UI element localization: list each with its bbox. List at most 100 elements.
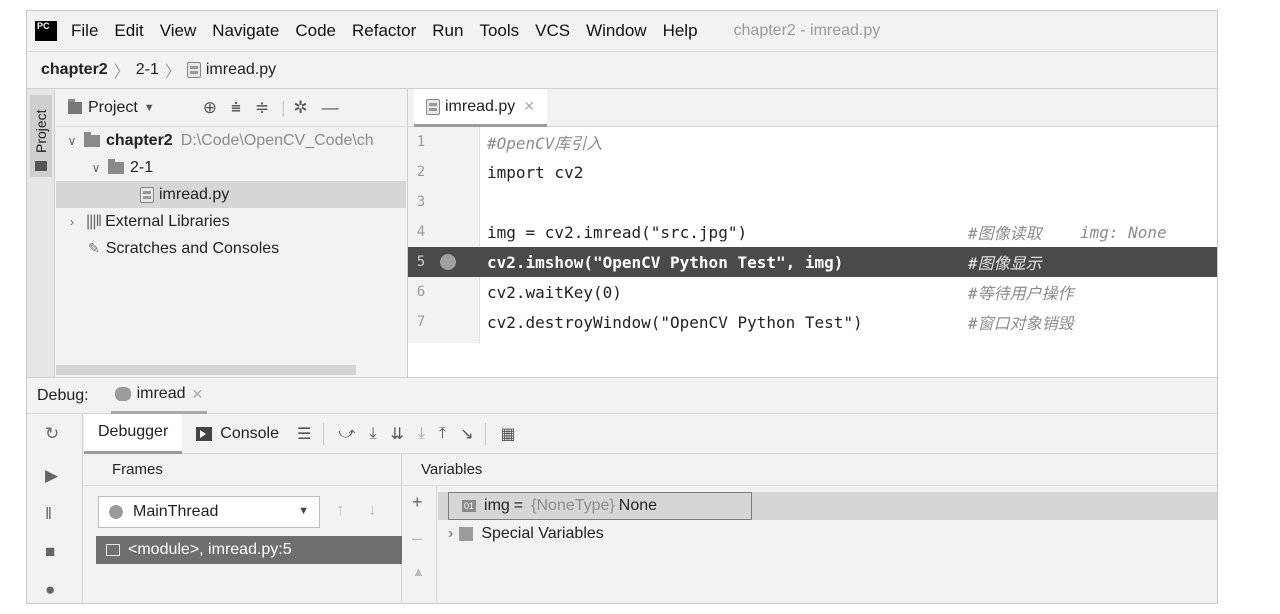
frames-header: Frames (84, 454, 401, 486)
move-up-icon[interactable]: ▲ (412, 564, 425, 579)
run-to-cursor-icon[interactable]: ↘ (460, 424, 473, 444)
line-number: 1 (416, 134, 426, 150)
chevron-right-icon[interactable]: › (64, 215, 80, 229)
variable-row[interactable]: 01 img = {NoneType} None (438, 492, 1217, 520)
breadcrumb-file[interactable]: imread.py (206, 61, 276, 79)
horizontal-scrollbar[interactable] (56, 365, 356, 375)
show-execution-point-icon[interactable]: ⤻ (338, 425, 355, 443)
menu-help[interactable]: Help (663, 21, 698, 41)
menu-run[interactable]: Run (432, 21, 463, 41)
tab-debugger[interactable]: Debugger (84, 413, 183, 454)
debug-session-tab[interactable]: imread ✕ (110, 378, 208, 414)
frames-panel: Frames MainThread ▼ ↑ ↓ <module>, imread… (84, 454, 402, 603)
evaluate-expression-icon[interactable]: ▦ (500, 424, 515, 444)
code-comment: #图像显示 (968, 254, 1042, 273)
breakpoint-icon[interactable] (440, 254, 456, 270)
tree-external-libraries[interactable]: › |||‖ External Libraries (56, 208, 406, 235)
code-comment: #图像读取 (968, 224, 1042, 243)
plus-icon[interactable]: + (412, 492, 423, 513)
step-into-my-code-icon[interactable]: ⤓ (418, 425, 425, 443)
close-icon[interactable]: ✕ (523, 98, 535, 115)
step-out-icon[interactable]: ⤒ (439, 425, 446, 443)
minus-icon[interactable]: – (412, 528, 422, 549)
scratches-icon: ✎ (88, 240, 100, 256)
code-comment: #等待用户操作 (968, 284, 1074, 303)
variable-row-focus (448, 492, 752, 520)
menu-vcs[interactable]: VCS (535, 21, 570, 41)
special-variables-row[interactable]: › Special Variables (438, 520, 1217, 548)
step-over-icon[interactable]: ⤓ (369, 425, 376, 443)
tree-folder[interactable]: ∨ 2-1 (56, 154, 406, 181)
menu-refactor[interactable]: Refactor (352, 21, 416, 41)
pause-icon[interactable]: ‖ (45, 504, 52, 524)
menu-code[interactable]: Code (295, 21, 336, 41)
tree-file[interactable]: imread.py (56, 181, 406, 208)
code-text: cv2.waitKey(0) (487, 282, 622, 302)
code-line-current[interactable]: 5 cv2.imshow("OpenCV Python Test", img) … (408, 247, 1217, 277)
minimize-icon[interactable]: — (322, 98, 339, 118)
tree-root[interactable]: ∨ chapter2 D:\Code\OpenCV_Code\ch (56, 127, 406, 154)
chevron-right-icon: 〉 (113, 64, 130, 81)
editor-tab-label: imread.py (445, 97, 516, 115)
code-line[interactable]: 2 import cv2 (408, 157, 1217, 187)
tab-console[interactable]: Console (182, 414, 293, 454)
chevron-right-icon[interactable]: › (448, 525, 453, 543)
thread-selector[interactable]: MainThread ▼ (98, 496, 320, 528)
tree-scratches[interactable]: ✎ Scratches and Consoles (56, 235, 406, 262)
stop-icon[interactable]: ■ (45, 542, 55, 562)
debug-toolbar: Debugger Console ☰ ⤻ ⤓ ⇊ ⤓ ⤒ ↘ ▦ (84, 413, 1217, 454)
menu-file[interactable]: File (71, 21, 98, 41)
python-file-icon (186, 62, 201, 78)
inline-debug-value: img: None (1080, 222, 1167, 242)
menu-tools[interactable]: Tools (479, 21, 519, 41)
gear-icon[interactable]: ✲ (294, 98, 308, 118)
code-line[interactable]: 1 #OpenCV库引入 (408, 127, 1217, 157)
expand-all-icon[interactable]: ⩧ (231, 98, 241, 118)
line-number: 3 (416, 194, 426, 210)
project-tool-label: Project (33, 109, 49, 153)
breadcrumb-folder[interactable]: 2-1 (136, 61, 159, 79)
menu-lines-icon[interactable]: ☰ (297, 424, 311, 444)
menu-window[interactable]: Window (586, 21, 646, 41)
editor-tab-imread[interactable]: imread.py ✕ (414, 89, 547, 127)
arrow-down-icon[interactable]: ↓ (368, 500, 377, 520)
code-text: img = cv2.imread("src.jpg") (487, 222, 748, 242)
rerun-icon[interactable]: ↻ (45, 424, 59, 444)
menu-edit[interactable]: Edit (114, 21, 143, 41)
project-view-selector[interactable]: Project (88, 99, 138, 117)
separator (323, 422, 325, 445)
chevron-down-icon[interactable]: ▼ (144, 102, 155, 114)
frame-item[interactable]: <module>, imread.py:5 (96, 536, 402, 564)
arrow-up-icon[interactable]: ↑ (336, 500, 345, 520)
menu-navigate[interactable]: Navigate (212, 21, 279, 41)
debug-session-label: imread (136, 385, 186, 402)
view-breakpoints-icon[interactable]: ● (45, 580, 55, 600)
resume-icon[interactable]: ▶ (45, 466, 58, 486)
debug-header: Debug: imread ✕ (27, 378, 1217, 414)
chevron-down-icon[interactable]: ∨ (64, 134, 80, 148)
close-icon[interactable]: ✕ (192, 386, 204, 403)
menu-bar: PC File Edit View Navigate Code Refactor… (27, 11, 1217, 51)
debug-tool-window: Debug: imread ✕ ↻ ▶ ‖ ■ ● Debugger Conso… (27, 377, 1217, 603)
code-line[interactable]: 4 img = cv2.imread("src.jpg") #图像读取 img:… (408, 217, 1217, 247)
code-line[interactable]: 7 cv2.destroyWindow("OpenCV Python Test"… (408, 307, 1217, 337)
tree-external-label: External Libraries (105, 212, 230, 230)
editor-tab-bar: imread.py ✕ (408, 89, 1217, 127)
code-line[interactable]: 6 cv2.waitKey(0) #等待用户操作 (408, 277, 1217, 307)
console-icon (196, 426, 213, 441)
frame-icon (106, 544, 120, 556)
locate-icon[interactable]: ⊕ (203, 98, 217, 118)
chevron-down-icon[interactable]: ∨ (88, 161, 104, 175)
code-text: cv2.destroyWindow("OpenCV Python Test") (487, 312, 863, 332)
step-into-icon[interactable]: ⇊ (391, 424, 404, 444)
tree-scratches-label: Scratches and Consoles (105, 239, 280, 257)
variables-panel: Variables + – ▲ 01 img = {NoneType} None… (403, 454, 1217, 603)
project-tool-tab[interactable]: Project (30, 95, 52, 177)
code-line[interactable]: 3 (408, 187, 1217, 217)
project-view-icon (68, 98, 82, 114)
breadcrumb-project[interactable]: chapter2 (41, 61, 108, 79)
grid-icon (459, 527, 474, 541)
menu-view[interactable]: View (160, 21, 197, 41)
debug-side-toolbar: ↻ ▶ ‖ ■ ● (27, 414, 83, 603)
collapse-all-icon[interactable]: ≑ (255, 98, 269, 118)
